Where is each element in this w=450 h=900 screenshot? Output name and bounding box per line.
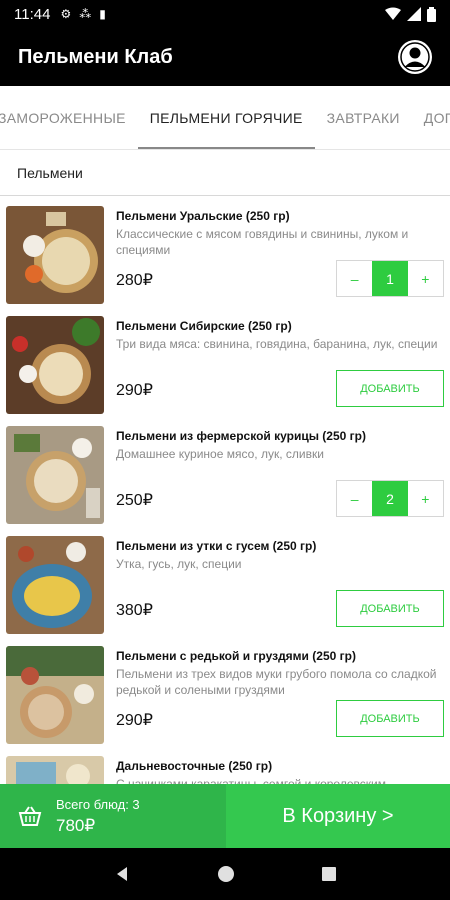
add-to-cart-button[interactable]: ДОБАВИТЬ	[336, 700, 444, 737]
product-item[interactable]: Пельмени из утки с гусем (250 гр) Утка, …	[0, 526, 450, 636]
product-name: Дальневосточные (250 гр)	[116, 759, 273, 773]
quantity-value: 2	[372, 481, 408, 516]
tab-hot-dumplings[interactable]: ПЕЛЬМЕНИ ГОРЯЧИЕ	[137, 86, 315, 149]
product-image	[6, 756, 104, 784]
decrement-button[interactable]: –	[337, 261, 373, 296]
product-item[interactable]: Дальневосточные (250 гр) С начинками кар…	[0, 746, 450, 784]
increment-button[interactable]: +	[407, 481, 443, 516]
settings-icon: ⚙	[60, 7, 72, 21]
cart-bar: Всего блюд: 3 780₽ В Корзину >	[0, 784, 450, 848]
decrement-button[interactable]: –	[337, 481, 373, 516]
product-list[interactable]: Пельмени Уральские (250 гр) Классические…	[0, 196, 450, 784]
product-description: Три вида мяса: свинина, говядина, барани…	[116, 337, 438, 351]
cart-summary[interactable]: Всего блюд: 3 780₽	[0, 784, 226, 848]
product-price: 290₽	[116, 712, 153, 729]
product-item[interactable]: Пельмени Уральские (250 гр) Классические…	[0, 196, 450, 306]
product-description: Утка, гусь, лук, специи	[116, 557, 242, 571]
add-to-cart-button[interactable]: ДОБАВИТЬ	[336, 370, 444, 407]
product-item[interactable]: Пельмени Сибирские (250 гр) Три вида мяс…	[0, 306, 450, 416]
increment-button[interactable]: +	[407, 261, 443, 296]
quantity-stepper: – 1 +	[336, 260, 444, 297]
product-item[interactable]: Пельмени с редькой и груздями (250 гр) П…	[0, 636, 450, 746]
product-image	[6, 426, 104, 524]
back-icon[interactable]	[113, 865, 131, 883]
add-to-cart-button[interactable]: ДОБАВИТЬ	[336, 590, 444, 627]
product-description: С начинками каракатицы, семгой и королев…	[116, 777, 386, 784]
app-bar: Пельмени Клаб	[0, 28, 450, 86]
cart-item-count: Всего блюд: 3	[56, 796, 140, 812]
product-price: 250₽	[116, 492, 153, 509]
user-icon	[400, 42, 430, 72]
product-description: Классические с мясом говядины и свинины,…	[116, 227, 409, 257]
product-image	[6, 536, 104, 634]
battery-icon	[427, 6, 436, 22]
quantity-stepper: – 2 +	[336, 480, 444, 517]
product-description: Пельмени из трех видов муки грубого помо…	[116, 667, 437, 697]
product-image	[6, 206, 104, 304]
profile-button[interactable]	[398, 40, 432, 74]
network-icon: ⁂	[79, 7, 92, 21]
product-price: 380₽	[116, 602, 153, 619]
tab-extras[interactable]: ДОП	[412, 86, 450, 149]
status-bar: 11:44 ⚙ ⁂ ▮	[0, 0, 450, 28]
cart-total: 780₽	[56, 815, 96, 835]
recents-icon[interactable]	[321, 866, 337, 882]
product-image	[6, 646, 104, 744]
product-name: Пельмени из фермерской курицы (250 гр)	[116, 429, 366, 443]
tab-breakfasts[interactable]: ЗАВТРАКИ	[315, 86, 412, 149]
product-item[interactable]: Пельмени из фермерской курицы (250 гр) Д…	[0, 416, 450, 526]
product-name: Пельмени Уральские (250 гр)	[116, 209, 290, 223]
category-tabs: ЗАМОРОЖЕННЫЕ ПЕЛЬМЕНИ ГОРЯЧИЕ ЗАВТРАКИ Д…	[0, 86, 450, 150]
product-name: Пельмени Сибирские (250 гр)	[116, 319, 292, 333]
product-price: 290₽	[116, 382, 153, 399]
system-nav-bar	[0, 848, 450, 900]
wifi-icon	[385, 7, 401, 20]
status-time: 11:44	[14, 5, 51, 23]
tab-frozen[interactable]: ЗАМОРОЖЕННЫЕ	[0, 86, 138, 149]
go-to-cart-button[interactable]: В Корзину >	[226, 784, 450, 848]
home-icon[interactable]	[217, 865, 235, 883]
product-description: Домашнее куриное мясо, лук, сливки	[116, 447, 324, 461]
product-price: 280₽	[116, 272, 153, 289]
quantity-value: 1	[372, 261, 408, 296]
product-name: Пельмени из утки с гусем (250 гр)	[116, 539, 317, 553]
section-header: Пельмени	[0, 150, 450, 196]
signal-icon	[407, 7, 421, 21]
product-name: Пельмени с редькой и груздями (250 гр)	[116, 649, 356, 663]
app-title: Пельмени Клаб	[18, 45, 173, 68]
product-image	[6, 316, 104, 414]
basket-icon	[18, 806, 42, 826]
sd-card-icon: ▮	[99, 7, 106, 21]
